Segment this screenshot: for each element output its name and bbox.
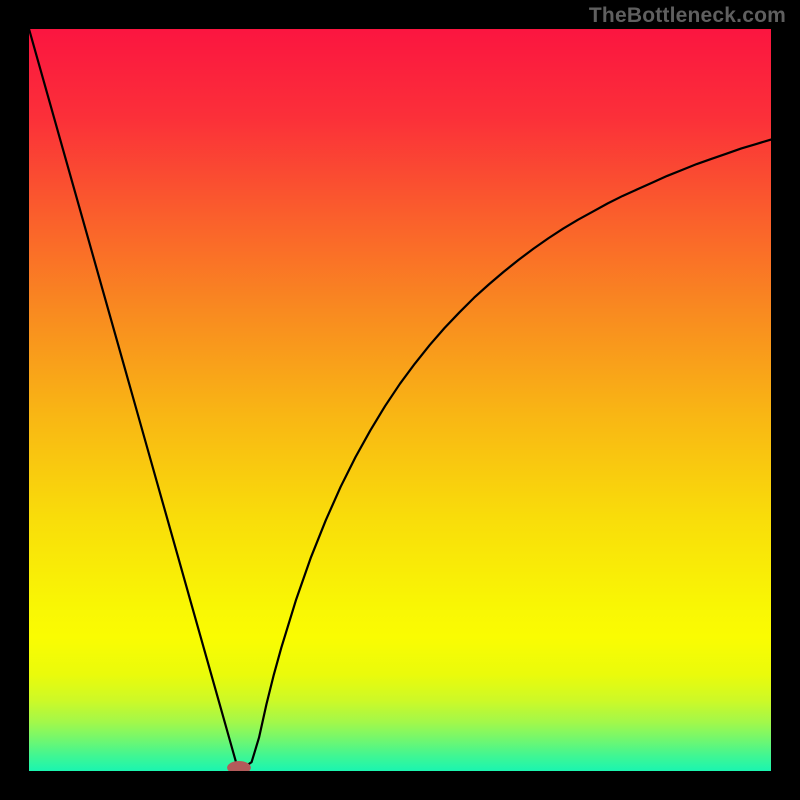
plot-area: [29, 29, 771, 771]
chart-svg: [29, 29, 771, 771]
chart-container: TheBottleneck.com: [0, 0, 800, 800]
watermark-text: TheBottleneck.com: [589, 4, 786, 28]
